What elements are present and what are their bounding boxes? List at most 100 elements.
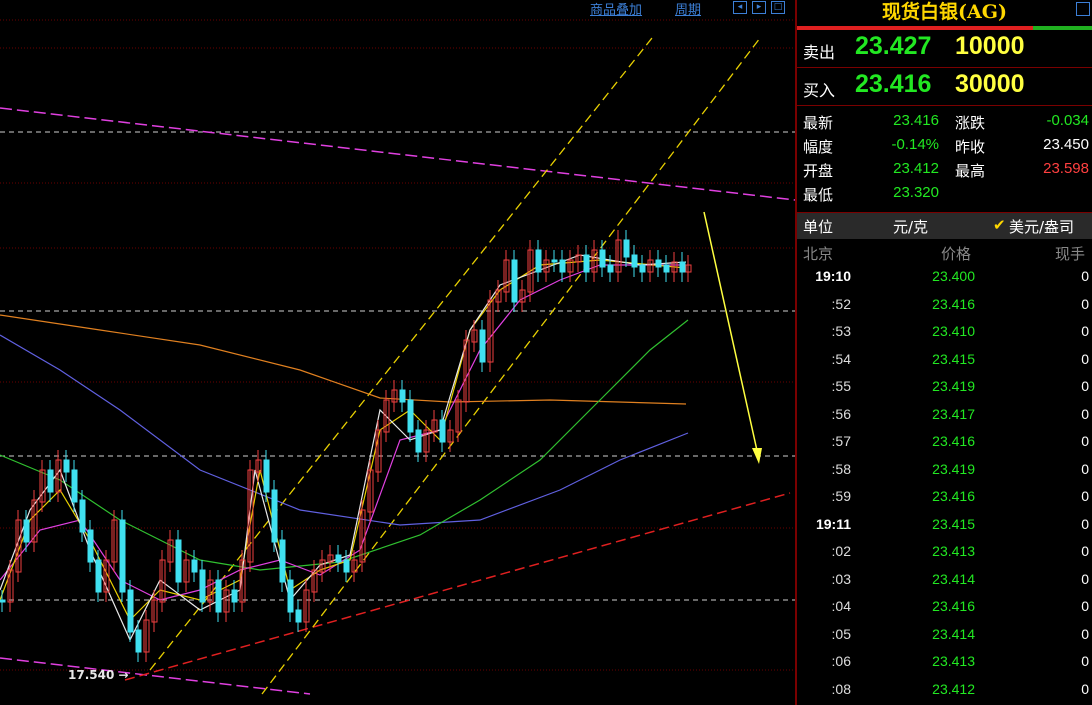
tick-row: :04 23.416 0: [797, 595, 1092, 623]
candlestick-chart[interactable]: [0, 0, 795, 705]
panel-menu-icon[interactable]: [1076, 2, 1090, 16]
tick-volume: 0: [1081, 378, 1089, 394]
candle-body: [655, 259, 662, 268]
tick-time: :54: [831, 350, 851, 367]
stat-low: 23.320: [893, 184, 939, 201]
scroll-left-icon[interactable]: ◂: [733, 1, 747, 14]
stat-prev-close: 23.450: [1043, 136, 1089, 153]
candle-body: [119, 519, 126, 593]
candle-body: [199, 569, 206, 603]
tick-volume: 0: [1081, 323, 1089, 339]
candle-body: [399, 389, 406, 403]
unit-row: 单位 元/克 ✔ 美元/盎司: [797, 212, 1092, 239]
tick-price: 23.414: [932, 625, 975, 642]
tick-volume: 0: [1081, 515, 1089, 532]
candle-body: [263, 459, 270, 493]
tick-row: :06 23.413 0: [797, 650, 1092, 678]
candle-body: [639, 264, 646, 273]
tick-volume: 0: [1081, 460, 1089, 477]
candle-body: [175, 539, 182, 583]
period-link[interactable]: 周期: [675, 0, 701, 18]
tick-price: 23.419: [932, 378, 975, 394]
candle-body: [535, 249, 542, 273]
tick-volume: 0: [1081, 543, 1089, 559]
stat-high: 23.598: [1043, 160, 1089, 177]
tick-price: 23.415: [932, 350, 975, 367]
ma-yellow: [0, 259, 687, 622]
candle-body: [215, 579, 222, 613]
price-gridlines: [0, 19, 795, 671]
candle-body: [623, 239, 630, 258]
tick-row: :56 23.417 0: [797, 403, 1092, 431]
tick-price: 23.412: [932, 680, 975, 697]
tick-row: :02 23.413 0: [797, 540, 1092, 568]
candle-body: [607, 264, 614, 273]
tick-price: 23.415: [932, 515, 975, 532]
low-price-label: 17.540 →: [68, 668, 129, 682]
tick-row: :53 23.410 0: [797, 320, 1092, 348]
tick-row: :55 23.419 0: [797, 375, 1092, 403]
tick-price: 23.413: [932, 543, 975, 559]
tick-volume: 0: [1081, 405, 1089, 422]
tick-price: 23.416: [932, 488, 975, 504]
tick-time: :06: [831, 653, 851, 669]
buy-volume: 30000: [955, 70, 1025, 98]
tick-price: 23.413: [932, 653, 975, 669]
candle-body: [479, 329, 486, 363]
sell-price: 23.427: [855, 32, 932, 60]
tick-time: :03: [831, 570, 851, 587]
candle-body: [631, 254, 638, 268]
tick-volume: 0: [1081, 268, 1089, 284]
currency-option[interactable]: 美元/盎司: [1009, 216, 1074, 237]
candle-body: [47, 469, 54, 493]
sell-volume: 10000: [955, 32, 1025, 60]
ma-blue: [0, 334, 689, 526]
tick-time: 19:11: [815, 515, 851, 532]
overlay-link[interactable]: 商品叠加: [590, 0, 642, 18]
tick-row: :54 23.415 0: [797, 348, 1092, 376]
tick-time: :05: [831, 625, 851, 642]
candle-body: [87, 529, 94, 563]
candle-body: [439, 419, 446, 443]
candle-body: [191, 559, 198, 573]
tick-time: :58: [831, 460, 851, 477]
candle-body: [23, 519, 30, 543]
chart-toolbar: 商品叠加 周期 ◂ ▸ □: [0, 0, 795, 18]
buy-price: 23.416: [855, 70, 932, 98]
tick-volume: 0: [1081, 488, 1089, 504]
stat-open: 23.412: [893, 160, 939, 177]
tick-volume: 0: [1081, 295, 1089, 312]
tick-price: 23.414: [932, 570, 975, 587]
buy-row: 买入 23.416 30000: [797, 68, 1092, 106]
candles: [0, 230, 692, 662]
tick-time: :59: [831, 488, 851, 504]
tick-time: :04: [831, 598, 851, 614]
tick-table-header: 北京 价格 现手: [803, 245, 1086, 263]
candle-body: [231, 589, 238, 603]
tick-row: :05 23.414 0: [797, 623, 1092, 651]
stat-change-pct: -0.14%: [891, 136, 939, 153]
ma-green: [0, 319, 689, 571]
candle-body: [271, 489, 278, 543]
candle-body: [407, 399, 414, 433]
tick-price: 23.410: [932, 323, 975, 339]
candle-body: [335, 554, 342, 563]
candle-body: [127, 589, 134, 633]
tick-volume: 0: [1081, 350, 1089, 367]
scroll-right-icon[interactable]: ▸: [752, 1, 766, 14]
checkmark-icon: ✔: [993, 216, 1006, 234]
tick-row: :52 23.416 0: [797, 293, 1092, 321]
tick-price: 23.400: [932, 268, 975, 284]
tick-row: 19:10 23.400 0: [797, 265, 1092, 293]
candle-body: [279, 539, 286, 583]
candle-body: [551, 259, 558, 263]
tick-volume: 0: [1081, 625, 1089, 642]
candle-body: [95, 559, 102, 593]
stat-change: -0.034: [1046, 112, 1089, 129]
unit-value[interactable]: 元/克: [893, 216, 928, 237]
tick-time: 19:10: [815, 268, 851, 284]
stat-latest: 23.416: [893, 112, 939, 129]
zoom-icon[interactable]: □: [771, 1, 785, 14]
tick-row: :59 23.416 0: [797, 485, 1092, 513]
candle-body: [679, 261, 686, 273]
